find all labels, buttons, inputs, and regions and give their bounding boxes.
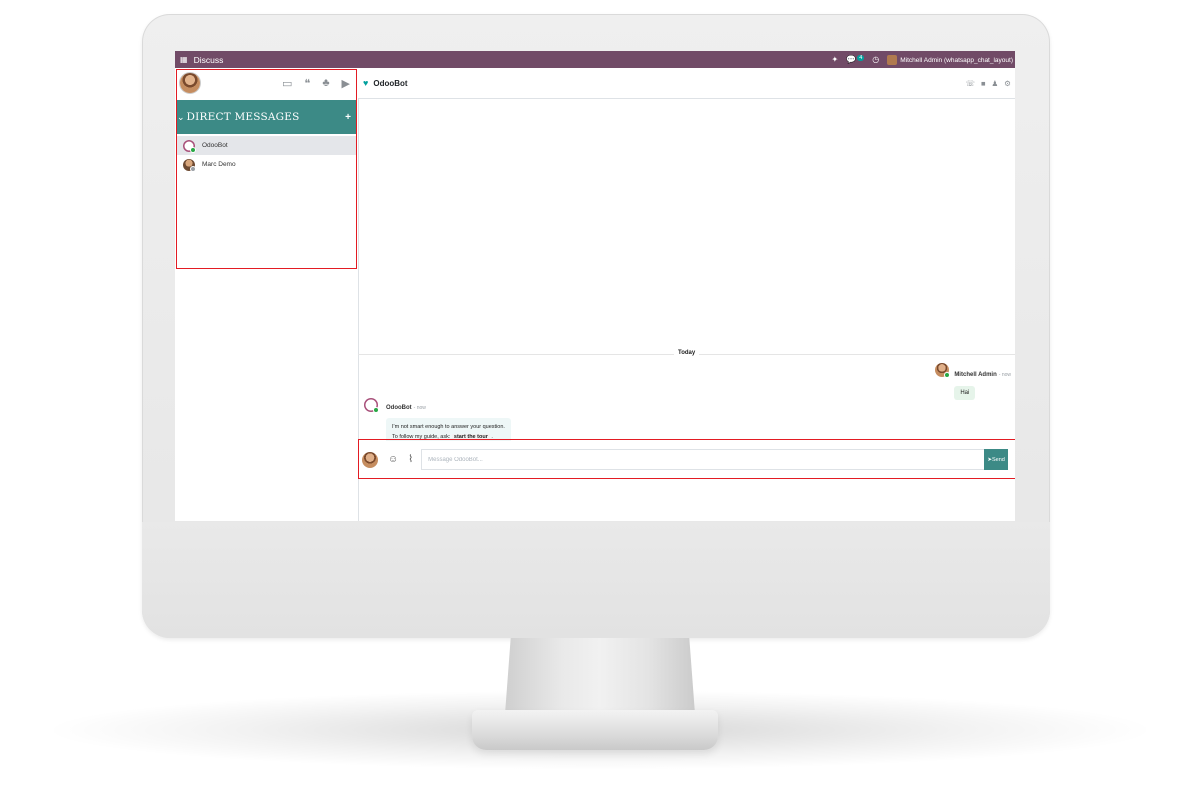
add-user-icon[interactable]: ♟ bbox=[992, 79, 999, 88]
direct-messages-header[interactable]: ⌄ DIRECT MESSAGES + bbox=[176, 100, 357, 134]
avatar bbox=[183, 139, 196, 153]
message-author: OdooBot bbox=[386, 405, 412, 411]
app-screen: ▦ Discuss ✦ 💬 4 ◷ Mitchell Admin (whatsap… bbox=[175, 51, 1015, 521]
message-author: Mitchell Admin bbox=[954, 372, 997, 378]
chat-panel: ♥ OdooBot ☏ ■ ♟ ⚙ Today Mitchell Admin - … bbox=[358, 68, 1015, 521]
bug-icon[interactable]: ✦ bbox=[832, 55, 839, 64]
message-bubble: Hai bbox=[954, 386, 976, 400]
thread-name: OdooBot bbox=[373, 78, 408, 88]
online-status-icon bbox=[373, 407, 379, 413]
sidebar-item-label: Marc Demo bbox=[202, 161, 236, 168]
offline-status-icon bbox=[190, 165, 196, 172]
sidebar-header: ▭ ❝ ♣ ▶ bbox=[175, 68, 358, 98]
message-time: - now bbox=[413, 405, 426, 411]
message-count-badge: 4 bbox=[857, 55, 865, 61]
online-status-icon bbox=[944, 372, 951, 378]
heart-icon: ♥ bbox=[363, 78, 369, 88]
message-outgoing: Mitchell Admin - now Hai bbox=[935, 363, 1011, 400]
message-time: - now bbox=[998, 372, 1011, 378]
app-name[interactable]: Discuss bbox=[194, 55, 224, 65]
avatar[interactable] bbox=[180, 73, 200, 93]
grid-icon[interactable]: ▦ bbox=[180, 55, 188, 64]
navbar-right: ✦ 💬 4 ◷ Mitchell Admin (whatsapp_chat_lay… bbox=[832, 54, 1015, 65]
avatar bbox=[887, 54, 898, 65]
date-separator: Today bbox=[674, 350, 700, 356]
sidebar-item-marc-demo[interactable]: Marc Demo bbox=[176, 155, 357, 174]
message-line: I'm not smart enough to answer your ques… bbox=[392, 424, 505, 430]
sidebar-item-odoobot[interactable]: OdooBot bbox=[176, 136, 357, 155]
emoji-icon[interactable]: ☺ bbox=[388, 454, 398, 465]
user-menu[interactable]: Mitchell Admin (whatsapp_chat_layout) bbox=[887, 54, 1013, 65]
video-icon[interactable]: ▶ bbox=[342, 77, 350, 90]
thread-actions: ☏ ■ ♟ ⚙ bbox=[966, 79, 1015, 88]
thread-header: ♥ OdooBot ☏ ■ ♟ ⚙ bbox=[358, 68, 1015, 99]
monitor-stand-neck bbox=[505, 638, 695, 714]
top-navbar: ▦ Discuss ✦ 💬 4 ◷ Mitchell Admin (whatsap… bbox=[175, 51, 1015, 68]
user-name: Mitchell Admin (whatsapp_chat_layout) bbox=[900, 56, 1013, 64]
message-incoming: OdooBot - now I'm not smart enough to ans… bbox=[364, 396, 511, 446]
gear-icon[interactable]: ⚙ bbox=[1004, 79, 1011, 88]
sidebar-actions: ▭ ❝ ♣ ▶ bbox=[282, 77, 358, 90]
avatar bbox=[183, 158, 196, 172]
message-composer: ☺ ⌇ ➤Send bbox=[358, 441, 1015, 478]
camera-icon[interactable]: ■ bbox=[981, 79, 986, 88]
sidebar-item-label: OdooBot bbox=[202, 142, 228, 149]
sidebar: ▭ ❝ ♣ ▶ ⌄ DIRECT MESSAGES + OdooBot Marc… bbox=[175, 68, 359, 521]
phone-icon[interactable]: ☏ bbox=[966, 79, 975, 88]
avatar bbox=[364, 398, 379, 413]
message-input[interactable] bbox=[421, 449, 985, 470]
inbox-icon[interactable]: ▭ bbox=[282, 77, 292, 90]
avatar bbox=[362, 451, 378, 468]
monitor-stand-foot bbox=[472, 710, 718, 750]
chevron-down-icon[interactable]: ⌄ bbox=[177, 112, 185, 123]
message-text: To follow my guide, ask: bbox=[392, 434, 451, 440]
clock-icon[interactable]: ◷ bbox=[872, 55, 879, 64]
group-icon[interactable]: ♣ bbox=[322, 77, 329, 90]
send-button[interactable]: ➤ Send bbox=[984, 449, 1009, 470]
direct-messages-title: DIRECT MESSAGES bbox=[186, 111, 300, 123]
messages-menu[interactable]: 💬 4 bbox=[846, 55, 865, 64]
avatar bbox=[935, 363, 951, 378]
online-status-icon bbox=[190, 146, 196, 153]
chat-icon: 💬 bbox=[846, 55, 857, 64]
message-text: . bbox=[491, 434, 493, 440]
monitor-chin bbox=[142, 522, 1050, 638]
command-chip: start the tour bbox=[451, 434, 490, 440]
paperclip-icon[interactable]: ⌇ bbox=[408, 454, 413, 465]
chat-icon[interactable]: ❝ bbox=[304, 77, 310, 90]
send-label: Send bbox=[991, 456, 1005, 463]
add-icon[interactable]: + bbox=[345, 112, 351, 123]
